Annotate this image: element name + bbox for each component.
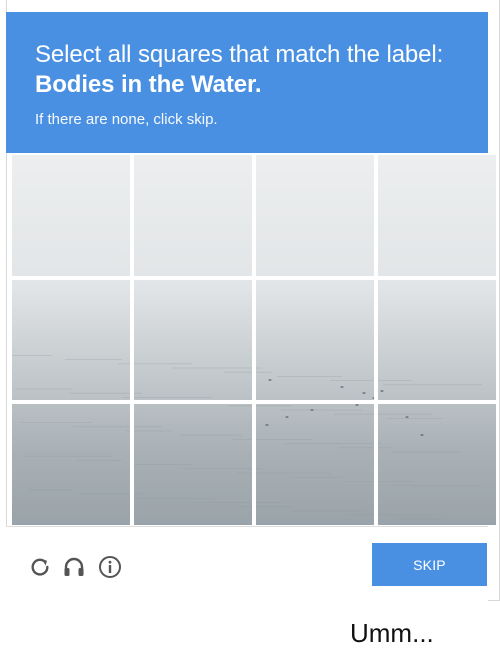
audio-challenge-button[interactable]: [61, 554, 87, 580]
foggy-sea-image: [256, 404, 374, 525]
reload-icon: [31, 558, 49, 576]
foggy-sea-image: [256, 279, 374, 401]
prompt-label: Bodies in the Water.: [35, 71, 262, 98]
image-tile-r1-c2[interactable]: [134, 155, 252, 276]
info-icon: [99, 556, 121, 578]
image-grid: [12, 155, 496, 525]
caption-text: Umm...: [350, 618, 434, 648]
foggy-sea-image: [256, 155, 374, 276]
controls-bar: SKIP: [6, 526, 488, 601]
image-tile-r3-c4[interactable]: [378, 404, 496, 525]
image-tile-r1-c1[interactable]: [12, 155, 130, 276]
image-tile-r2-c1[interactable]: [12, 279, 130, 401]
image-tile-r3-c1[interactable]: [12, 404, 130, 525]
foggy-sea-image: [12, 279, 130, 401]
image-tile-r3-c3[interactable]: [256, 404, 374, 525]
prompt-prefix: Select all squares that match the label:: [35, 41, 444, 68]
foggy-sea-image: [12, 155, 130, 276]
foggy-sea-image: [378, 404, 496, 525]
foggy-sea-image: [378, 279, 496, 401]
foggy-sea-image: [134, 279, 252, 401]
captcha-header: Select all squares that match the label:…: [6, 12, 488, 153]
image-tile-r1-c3[interactable]: [256, 155, 374, 276]
image-tile-r1-c4[interactable]: [378, 155, 496, 276]
reload-button[interactable]: [27, 554, 53, 580]
foggy-sea-image: [378, 155, 496, 276]
prompt-hint: If there are none, click skip.: [35, 111, 218, 128]
image-tile-r2-c4[interactable]: [378, 279, 496, 401]
image-tile-r3-c2[interactable]: [134, 404, 252, 525]
skip-button[interactable]: SKIP: [372, 543, 487, 586]
foggy-sea-image: [134, 404, 252, 525]
image-tile-r2-c3[interactable]: [256, 279, 374, 401]
info-button[interactable]: [97, 554, 123, 580]
prompt-text: Select all squares that match the label:…: [35, 40, 488, 100]
headphones-icon: [64, 557, 84, 576]
foggy-sea-image: [134, 155, 252, 276]
foggy-sea-image: [12, 404, 130, 525]
image-tile-r2-c2[interactable]: [134, 279, 252, 401]
